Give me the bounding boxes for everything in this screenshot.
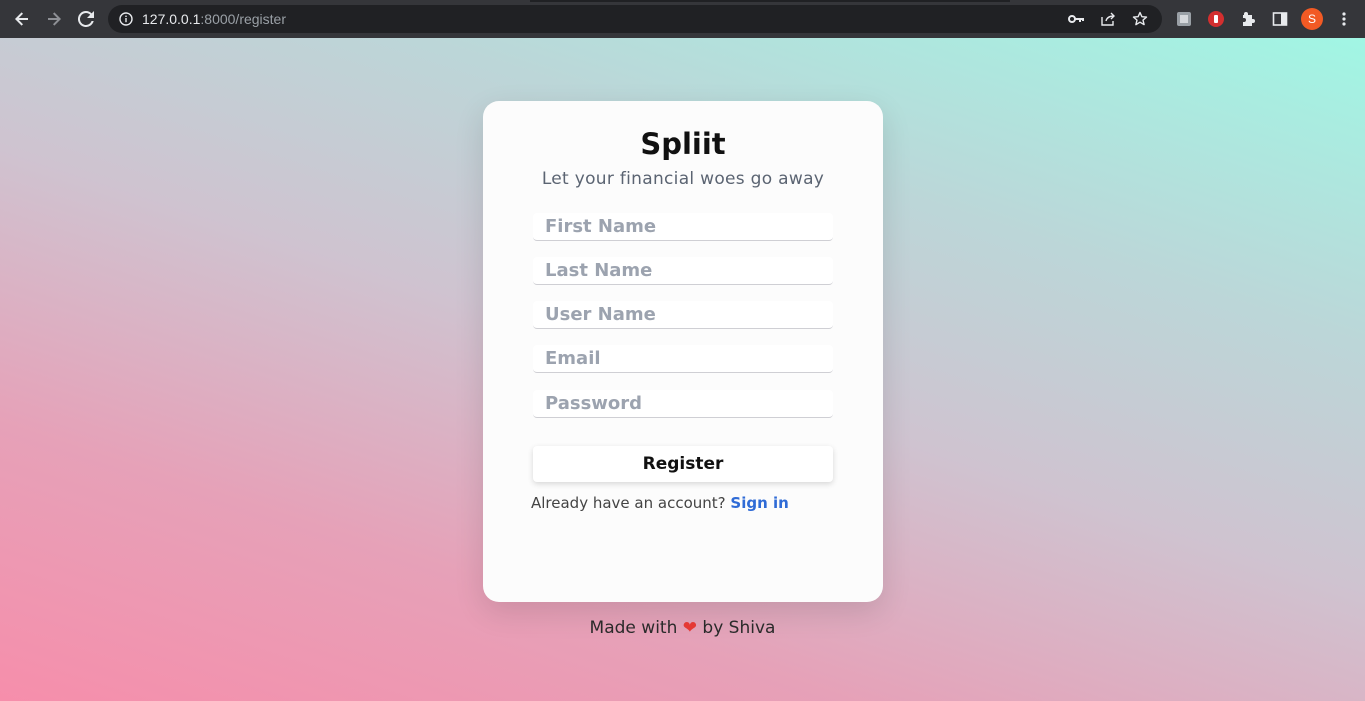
browser-toolbar: 127.0.0.1:8000/register S (0, 0, 1365, 38)
url-host: 127.0.0.1 (142, 11, 201, 27)
register-card: Spliit Let your financial woes go away R… (483, 101, 883, 602)
tab-strip-edge (530, 0, 1010, 2)
omnibox-actions (1060, 5, 1156, 33)
share-icon[interactable] (1092, 5, 1124, 33)
back-arrow-icon (15, 12, 28, 26)
heart-icon: ❤ (682, 618, 698, 638)
key-icon[interactable] (1060, 5, 1092, 33)
stop-extension-icon[interactable] (1200, 0, 1232, 38)
menu-kebab-icon[interactable] (1328, 0, 1360, 38)
back-button[interactable] (6, 0, 38, 38)
signin-row: Already have an account? Sign in (531, 494, 789, 512)
url-text[interactable]: 127.0.0.1:8000/register (142, 11, 286, 27)
page-background: Spliit Let your financial woes go away R… (0, 38, 1365, 701)
puzzle-icon[interactable] (1232, 0, 1264, 38)
extensions-area: S (1168, 0, 1360, 38)
reload-button[interactable] (70, 0, 102, 38)
signin-link[interactable]: Sign in (730, 494, 788, 512)
signin-prompt: Already have an account? (531, 494, 726, 512)
app-tagline: Let your financial woes go away (541, 169, 825, 189)
profile-button[interactable]: S (1296, 0, 1328, 38)
forward-button[interactable] (38, 0, 70, 38)
last-name-field[interactable] (533, 257, 833, 285)
register-button[interactable]: Register (533, 446, 833, 482)
star-icon[interactable] (1124, 5, 1156, 33)
user-name-field[interactable] (533, 301, 833, 329)
footer-author: by Shiva (702, 618, 776, 638)
reload-icon (78, 11, 94, 27)
avatar: S (1301, 8, 1323, 30)
first-name-field[interactable] (533, 213, 833, 241)
forward-arrow-icon (48, 12, 61, 26)
password-field[interactable] (533, 390, 833, 418)
app-title: Spliit (640, 127, 726, 161)
address-bar[interactable]: 127.0.0.1:8000/register (108, 5, 1162, 33)
footer: Made with ❤ by Shiva (0, 618, 1365, 638)
info-icon[interactable] (118, 11, 134, 27)
url-path: :8000/register (200, 11, 286, 27)
side-panel-icon[interactable] (1264, 0, 1296, 38)
extension-icon[interactable] (1168, 0, 1200, 38)
email-field[interactable] (533, 345, 833, 373)
footer-made-with: Made with (589, 618, 678, 638)
